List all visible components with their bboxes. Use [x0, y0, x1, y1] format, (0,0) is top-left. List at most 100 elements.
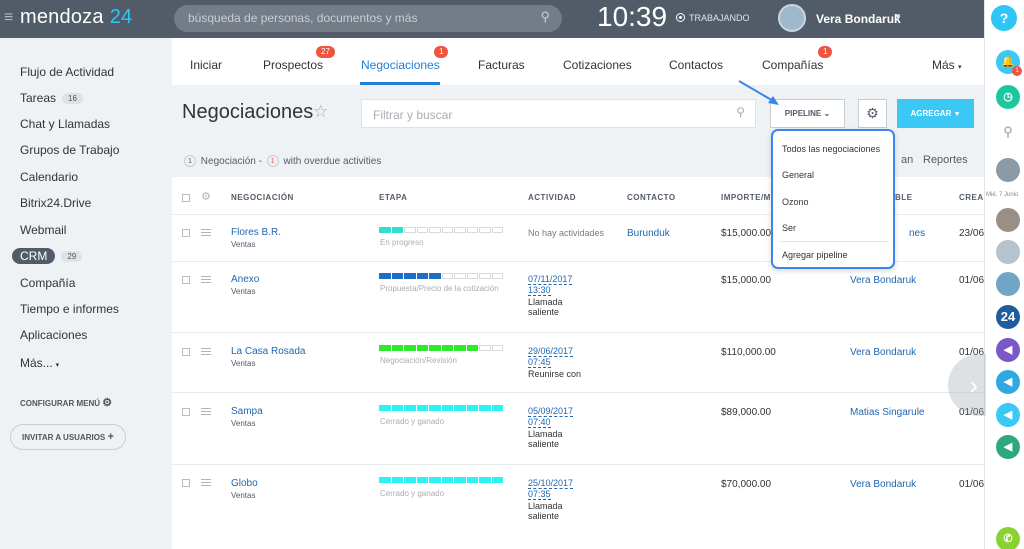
configure-menu-link[interactable]: CONFIGURAR MENÚ ⚙ — [20, 396, 112, 409]
settings-button[interactable]: ⚙ — [858, 99, 887, 128]
stage-segment[interactable] — [466, 405, 478, 411]
stage-segment[interactable] — [391, 345, 403, 351]
activity-date-link[interactable]: 29/06/2017 — [528, 346, 574, 357]
row-checkbox[interactable] — [182, 229, 190, 237]
column-header[interactable]: CREA — [959, 193, 984, 202]
stage-segment[interactable] — [479, 227, 491, 233]
clock[interactable]: 10:39 — [597, 1, 667, 33]
responsible-link[interactable]: Vera Bondaruk — [850, 275, 916, 286]
row-menu-icon[interactable] — [201, 479, 211, 486]
sidebar-item-compania[interactable]: Compañía — [20, 276, 75, 290]
megaphone-icon[interactable]: ◀ — [996, 370, 1020, 394]
deal-name-link[interactable]: Anexo — [231, 274, 259, 285]
stage-segment[interactable] — [429, 273, 441, 279]
sidebar-item-chat[interactable]: Chat y Llamadas — [20, 117, 110, 131]
column-header[interactable]: CONTACTO — [627, 193, 676, 202]
stage-progress-bar[interactable] — [379, 477, 504, 483]
stage-progress-bar[interactable] — [379, 405, 504, 411]
responsible-link[interactable]: Vera Bondaruk — [850, 347, 916, 358]
gear-icon[interactable]: ⚙ — [201, 190, 211, 203]
responsible-link[interactable]: nes — [909, 228, 925, 239]
contact-avatar[interactable] — [996, 158, 1020, 182]
sidebar-item-tiempo[interactable]: Tiempo e informes — [20, 302, 119, 316]
activity-time-link[interactable]: 07:40 — [528, 417, 551, 428]
menu-icon[interactable]: ≡ — [4, 9, 13, 27]
stage-progress-bar[interactable] — [379, 227, 504, 233]
sidebar-item-drive[interactable]: Bitrix24.Drive — [20, 196, 91, 210]
star-icon[interactable]: ☆ — [313, 102, 328, 122]
stage-segment[interactable] — [454, 345, 466, 351]
plan-link[interactable]: an — [901, 154, 913, 166]
timer-icon[interactable]: ◷ — [996, 85, 1020, 109]
pipeline-option-ser[interactable]: Ser — [782, 223, 796, 233]
stage-segment[interactable] — [479, 405, 491, 411]
filter-search-input[interactable]: Filtrar y buscar ⚲ — [361, 99, 756, 128]
stage-segment[interactable] — [416, 477, 428, 483]
stage-progress-bar[interactable] — [379, 345, 504, 351]
stage-segment[interactable] — [441, 273, 453, 279]
deal-name-link[interactable]: Globo — [231, 478, 258, 489]
select-all-checkbox[interactable] — [182, 194, 190, 202]
stage-segment[interactable] — [466, 345, 478, 351]
stage-segment[interactable] — [416, 405, 428, 411]
contact-avatar[interactable] — [996, 208, 1020, 232]
tab-contactos[interactable]: Contactos — [669, 58, 723, 72]
stage-segment[interactable] — [416, 273, 428, 279]
stage-segment[interactable] — [429, 405, 441, 411]
stage-segment[interactable] — [479, 345, 491, 351]
bitrix24-icon[interactable]: 24 — [996, 305, 1020, 329]
row-checkbox[interactable] — [182, 479, 190, 487]
stage-segment[interactable] — [416, 227, 428, 233]
row-menu-icon[interactable] — [201, 348, 211, 355]
stage-segment[interactable] — [429, 477, 441, 483]
user-name[interactable]: Vera Bondaruk — [816, 12, 901, 26]
tab-companias[interactable]: Compañías — [762, 58, 823, 72]
sidebar-item-webmail[interactable]: Webmail — [20, 223, 66, 237]
add-pipeline-option[interactable]: Agregar pipeline — [782, 250, 848, 260]
stage-segment[interactable] — [454, 477, 466, 483]
deal-name-link[interactable]: La Casa Rosada — [231, 346, 306, 357]
stage-segment[interactable] — [379, 405, 391, 411]
column-header[interactable]: NEGOCIACIÓN — [231, 193, 294, 202]
stage-segment[interactable] — [491, 227, 503, 233]
search-icon[interactable]: ⚲ — [996, 120, 1020, 144]
tab-prospectos[interactable]: Prospectos — [263, 58, 323, 72]
stage-segment[interactable] — [379, 345, 391, 351]
stage-segment[interactable] — [391, 227, 403, 233]
stage-segment[interactable] — [379, 273, 391, 279]
column-header[interactable]: BLE — [895, 193, 913, 202]
stage-segment[interactable] — [441, 477, 453, 483]
stage-segment[interactable] — [379, 227, 391, 233]
stage-segment[interactable] — [404, 227, 416, 233]
column-header[interactable]: ETAPA — [379, 193, 407, 202]
responsible-link[interactable]: Matias Singarule — [850, 407, 924, 418]
sidebar-item-aplicaciones[interactable]: Aplicaciones — [20, 328, 87, 342]
pipeline-option-general[interactable]: General — [782, 170, 814, 180]
stage-segment[interactable] — [404, 273, 416, 279]
stage-segment[interactable] — [454, 405, 466, 411]
reports-link[interactable]: Reportes — [923, 154, 968, 166]
stage-segment[interactable] — [466, 227, 478, 233]
row-checkbox[interactable] — [182, 348, 190, 356]
pipeline-option-ozono[interactable]: Ozono — [782, 197, 809, 207]
sidebar-item-crm[interactable]: CRM 29 — [12, 248, 83, 264]
stage-segment[interactable] — [404, 477, 416, 483]
tab-negociaciones[interactable]: Negociaciones — [361, 58, 440, 72]
add-button[interactable]: AGREGAR ▼ — [897, 99, 974, 128]
megaphone-icon[interactable]: ◀ — [996, 403, 1020, 427]
activity-time-link[interactable]: 07:45 — [528, 357, 551, 368]
stage-segment[interactable] — [454, 273, 466, 279]
sidebar-item-calendario[interactable]: Calendario — [20, 170, 78, 184]
stage-segment[interactable] — [466, 477, 478, 483]
stage-segment[interactable] — [466, 273, 478, 279]
row-checkbox[interactable] — [182, 408, 190, 416]
work-status[interactable]: TRABAJANDO — [676, 13, 750, 23]
row-menu-icon[interactable] — [201, 408, 211, 415]
deal-name-link[interactable]: Sampa — [231, 406, 263, 417]
stage-segment[interactable] — [404, 345, 416, 351]
megaphone-icon[interactable]: ◀ — [996, 435, 1020, 459]
sidebar-item-mas[interactable]: Más... ▾ — [20, 356, 59, 370]
sidebar-item-flujo[interactable]: Flujo de Actividad — [20, 65, 114, 79]
tab-facturas[interactable]: Facturas — [478, 58, 525, 72]
column-header[interactable]: ACTIVIDAD — [528, 193, 576, 202]
